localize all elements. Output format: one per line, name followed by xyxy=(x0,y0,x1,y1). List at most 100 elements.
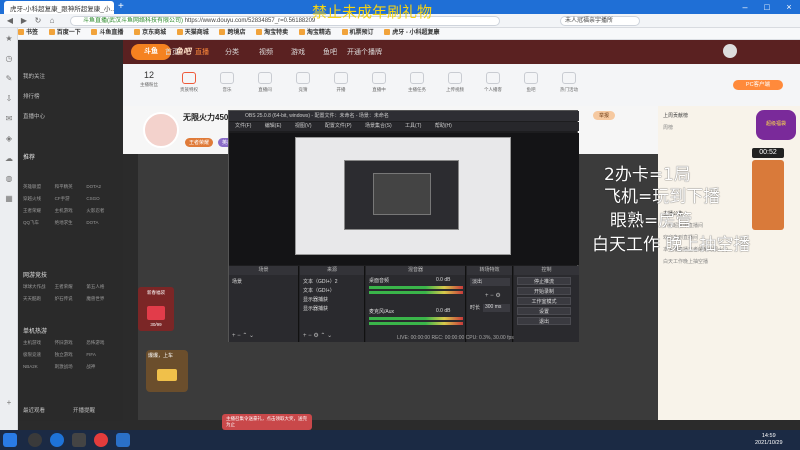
transition-add[interactable]: + − ⚙ xyxy=(485,292,501,299)
category-link[interactable]: 刺激战场 xyxy=(55,364,87,370)
category-link[interactable]: 和平精英 xyxy=(55,184,87,190)
nav-item-video[interactable]: 视频 xyxy=(259,47,273,57)
category-link[interactable]: CF手游 xyxy=(55,196,87,202)
add-icon[interactable]: + xyxy=(4,398,14,408)
forward-icon[interactable]: ▶ xyxy=(18,15,30,27)
nav-item-game[interactable]: 游戏 xyxy=(291,47,305,57)
close-icon[interactable]: × xyxy=(778,0,800,14)
obs-menu-edit[interactable]: 编辑(E) xyxy=(265,123,282,129)
studio-mode-button[interactable]: 工作室模式 xyxy=(517,297,571,305)
history-icon[interactable]: ◷ xyxy=(4,54,14,64)
category-link[interactable]: FIFA xyxy=(86,352,118,358)
transition-select[interactable]: 淡出 xyxy=(470,278,510,286)
obs-icon[interactable] xyxy=(28,433,42,447)
app-icon[interactable] xyxy=(116,433,130,447)
category-link[interactable]: CSGO xyxy=(86,196,118,202)
rank-title[interactable]: 上周贡献榜 xyxy=(663,112,688,119)
toolbar-item[interactable]: 热门活动 xyxy=(555,72,583,93)
category-link[interactable]: 恐怖游戏 xyxy=(86,340,118,346)
taskbar-clock[interactable]: 14:59 2021/10/29 xyxy=(755,433,783,447)
bookmark-item[interactable]: 跨境店 xyxy=(219,29,245,36)
category-link[interactable]: 独立游戏 xyxy=(55,352,87,358)
category-link[interactable]: 穿越火线 xyxy=(23,196,55,202)
category-link[interactable]: 火影忍者 xyxy=(86,208,118,214)
source-item[interactable]: 文本（GDI+）2 xyxy=(303,278,338,285)
obs-window[interactable]: OBS 25.0.8 (64-bit, windows) - 配置文件：未命名 … xyxy=(228,110,579,342)
bookmark-item[interactable]: 书签 xyxy=(18,29,38,36)
bag-icon[interactable]: ◍ xyxy=(4,174,14,184)
toolbar-item[interactable]: 上传视频 xyxy=(441,72,469,93)
toolbar-count[interactable]: 12 主播粉丝 xyxy=(135,70,163,88)
settings-button[interactable]: 设置 xyxy=(517,307,571,315)
netease-icon[interactable] xyxy=(94,433,108,447)
star-icon[interactable]: ★ xyxy=(4,34,14,44)
maximize-icon[interactable]: □ xyxy=(756,0,778,14)
start-icon[interactable] xyxy=(3,433,17,447)
dock-controls[interactable]: + − ⌃ ⌄ xyxy=(232,332,254,339)
nav-item-home[interactable]: 首页 xyxy=(165,47,179,57)
category-link[interactable]: 第五人格 xyxy=(86,284,118,290)
rank-tab[interactable]: 周榜 xyxy=(663,124,673,131)
category-link[interactable]: 主机游戏 xyxy=(23,340,55,346)
app-icon[interactable] xyxy=(72,433,86,447)
category-link[interactable]: DOTA2 xyxy=(86,184,118,190)
browser-icon[interactable] xyxy=(50,433,64,447)
category-link[interactable]: 怀旧游戏 xyxy=(55,340,87,346)
pc-client-button[interactable]: PC客户端 xyxy=(733,80,783,90)
mail-icon[interactable]: ✉ xyxy=(4,114,14,124)
lucky-bag-widget[interactable]: 超级福袋 xyxy=(756,110,796,140)
sidebar-item-remind[interactable]: 开播提醒 xyxy=(73,406,95,414)
category-link[interactable]: 天天酷跑 xyxy=(23,296,55,302)
sidebar-item-recent[interactable]: 最近观看 xyxy=(23,406,45,414)
bookmark-item[interactable]: 淘宝精选 xyxy=(298,29,331,36)
obs-menu-view[interactable]: 视图(V) xyxy=(295,123,312,129)
toolbar-item[interactable]: 主播任务 xyxy=(403,72,431,93)
note-icon[interactable]: ✎ xyxy=(4,74,14,84)
bookmark-item[interactable]: 虎牙 - 小科超复康 xyxy=(384,29,440,36)
toolbar-item[interactable]: 开播 xyxy=(327,72,355,93)
sidebar-item-follow[interactable]: 我的关注 xyxy=(23,72,45,80)
category-link[interactable]: 英雄联盟 xyxy=(23,184,55,190)
obs-menu-profile[interactable]: 配置文件(P) xyxy=(325,123,352,129)
browser-search-input[interactable]: 未人冠福亲宇播所 xyxy=(560,16,640,26)
sidebar-section-recommend[interactable]: 推荐 xyxy=(23,152,35,161)
start-recording-button[interactable]: 开始录制 xyxy=(517,287,571,295)
category-link[interactable]: 王者荣耀 xyxy=(23,208,55,214)
avatar[interactable] xyxy=(723,44,737,58)
browser-tab-active[interactable]: 虎牙-小科超复康_跟神所超复康_小... xyxy=(4,1,114,14)
stop-stream-button[interactable]: 停止推流 xyxy=(517,277,571,285)
category-link[interactable]: 主机游戏 xyxy=(55,208,87,214)
toolbar-item[interactable]: 贵族特权 xyxy=(175,72,203,93)
room-tag[interactable]: 王者荣耀 xyxy=(185,138,214,147)
promo-banner[interactable]: 主播召集令送豪礼，点击领取大奖，送完为止 xyxy=(222,414,312,430)
category-link[interactable]: 球球大作战 xyxy=(23,284,55,290)
bonus-card[interactable]: 爆爆，上车 xyxy=(146,350,188,392)
user-area[interactable] xyxy=(723,44,737,58)
obs-preview[interactable] xyxy=(229,133,579,265)
obs-menu-file[interactable]: 文件(F) xyxy=(235,123,251,129)
game-icon[interactable]: ◈ xyxy=(4,134,14,144)
dock-controls[interactable]: + − ⚙ ⌃ ⌄ xyxy=(303,332,332,339)
obs-menu-tools[interactable]: 工具(T) xyxy=(405,123,421,129)
chat-icon[interactable]: ☁ xyxy=(4,154,14,164)
url-input[interactable]: 斗鱼直播(武汉斗鱼网络科技有限公司) https://www.douyu.com… xyxy=(70,16,500,26)
toolbar-item[interactable]: 竞猜 xyxy=(289,72,317,93)
minimize-icon[interactable]: – xyxy=(734,0,756,14)
obs-menu-scenes[interactable]: 场景集合(S) xyxy=(365,123,392,129)
source-item[interactable]: 显示器捕获 xyxy=(303,296,328,303)
scene-item[interactable]: 场景 xyxy=(232,278,242,285)
toolbar-item[interactable]: 个人播客 xyxy=(479,72,507,93)
nav-item-category[interactable]: 分类 xyxy=(225,47,239,57)
streamer-avatar[interactable] xyxy=(143,112,179,148)
bookmark-item[interactable]: 淘宝特卖 xyxy=(256,29,288,36)
home-icon[interactable]: ⌂ xyxy=(46,15,58,27)
sidebar-section-online[interactable]: 网游竞技 xyxy=(23,270,47,279)
nav-item-live[interactable]: 直播 xyxy=(195,47,209,57)
category-link[interactable]: 魔兽世界 xyxy=(86,296,118,302)
bookmark-item[interactable]: 天猫商城 xyxy=(176,29,209,36)
source-item[interactable]: 文本（GDI+） xyxy=(303,287,335,294)
back-icon[interactable]: ◀ xyxy=(4,15,16,27)
category-link[interactable]: NBA2K xyxy=(23,364,55,370)
bookmark-item[interactable]: 机票预订 xyxy=(341,29,374,36)
sidebar-item-center[interactable]: 直播中心 xyxy=(23,112,45,120)
